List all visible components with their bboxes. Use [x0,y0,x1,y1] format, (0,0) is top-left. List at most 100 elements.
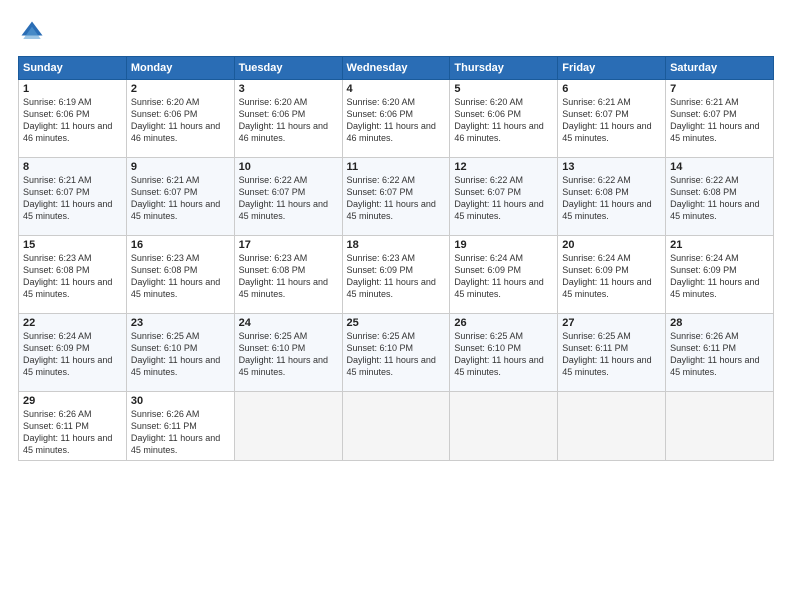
day-number: 8 [23,161,122,173]
calendar-cell: 18 Sunrise: 6:23 AMSunset: 6:09 PMDaylig… [342,236,450,314]
day-number: 28 [670,317,769,329]
calendar-cell [234,392,342,461]
calendar-cell: 3 Sunrise: 6:20 AMSunset: 6:06 PMDayligh… [234,80,342,158]
day-number: 23 [131,317,230,329]
day-number: 30 [131,395,230,407]
day-number: 20 [562,239,661,251]
logo [18,18,50,46]
day-number: 19 [454,239,553,251]
calendar-week-1: 1 Sunrise: 6:19 AMSunset: 6:06 PMDayligh… [19,80,774,158]
calendar-cell: 21 Sunrise: 6:24 AMSunset: 6:09 PMDaylig… [666,236,774,314]
logo-icon [18,18,46,46]
calendar-header-monday: Monday [126,57,234,80]
calendar-cell: 19 Sunrise: 6:24 AMSunset: 6:09 PMDaylig… [450,236,558,314]
day-info: Sunrise: 6:22 AMSunset: 6:08 PMDaylight:… [670,175,759,221]
day-number: 5 [454,83,553,95]
day-number: 3 [239,83,338,95]
day-number: 4 [347,83,446,95]
day-number: 10 [239,161,338,173]
day-info: Sunrise: 6:20 AMSunset: 6:06 PMDaylight:… [347,97,436,143]
calendar-cell: 13 Sunrise: 6:22 AMSunset: 6:08 PMDaylig… [558,158,666,236]
day-info: Sunrise: 6:22 AMSunset: 6:07 PMDaylight:… [239,175,328,221]
day-info: Sunrise: 6:24 AMSunset: 6:09 PMDaylight:… [454,253,543,299]
calendar-cell [342,392,450,461]
calendar-cell: 25 Sunrise: 6:25 AMSunset: 6:10 PMDaylig… [342,314,450,392]
calendar-cell: 27 Sunrise: 6:25 AMSunset: 6:11 PMDaylig… [558,314,666,392]
calendar: SundayMondayTuesdayWednesdayThursdayFrid… [18,56,774,461]
day-info: Sunrise: 6:23 AMSunset: 6:08 PMDaylight:… [131,253,220,299]
day-info: Sunrise: 6:24 AMSunset: 6:09 PMDaylight:… [23,331,112,377]
day-number: 7 [670,83,769,95]
day-info: Sunrise: 6:20 AMSunset: 6:06 PMDaylight:… [239,97,328,143]
day-info: Sunrise: 6:26 AMSunset: 6:11 PMDaylight:… [670,331,759,377]
calendar-cell: 16 Sunrise: 6:23 AMSunset: 6:08 PMDaylig… [126,236,234,314]
calendar-cell: 11 Sunrise: 6:22 AMSunset: 6:07 PMDaylig… [342,158,450,236]
calendar-cell: 5 Sunrise: 6:20 AMSunset: 6:06 PMDayligh… [450,80,558,158]
calendar-cell: 7 Sunrise: 6:21 AMSunset: 6:07 PMDayligh… [666,80,774,158]
day-info: Sunrise: 6:25 AMSunset: 6:10 PMDaylight:… [131,331,220,377]
day-number: 11 [347,161,446,173]
day-info: Sunrise: 6:21 AMSunset: 6:07 PMDaylight:… [670,97,759,143]
calendar-week-5: 29 Sunrise: 6:26 AMSunset: 6:11 PMDaylig… [19,392,774,461]
calendar-cell [450,392,558,461]
calendar-week-3: 15 Sunrise: 6:23 AMSunset: 6:08 PMDaylig… [19,236,774,314]
day-info: Sunrise: 6:26 AMSunset: 6:11 PMDaylight:… [23,409,112,455]
calendar-cell: 17 Sunrise: 6:23 AMSunset: 6:08 PMDaylig… [234,236,342,314]
calendar-header-sunday: Sunday [19,57,127,80]
day-number: 6 [562,83,661,95]
calendar-week-4: 22 Sunrise: 6:24 AMSunset: 6:09 PMDaylig… [19,314,774,392]
calendar-cell: 4 Sunrise: 6:20 AMSunset: 6:06 PMDayligh… [342,80,450,158]
day-number: 2 [131,83,230,95]
day-info: Sunrise: 6:20 AMSunset: 6:06 PMDaylight:… [131,97,220,143]
day-number: 14 [670,161,769,173]
day-info: Sunrise: 6:22 AMSunset: 6:07 PMDaylight:… [347,175,436,221]
day-number: 21 [670,239,769,251]
day-info: Sunrise: 6:20 AMSunset: 6:06 PMDaylight:… [454,97,543,143]
calendar-cell: 22 Sunrise: 6:24 AMSunset: 6:09 PMDaylig… [19,314,127,392]
calendar-cell: 23 Sunrise: 6:25 AMSunset: 6:10 PMDaylig… [126,314,234,392]
day-info: Sunrise: 6:24 AMSunset: 6:09 PMDaylight:… [670,253,759,299]
calendar-cell: 28 Sunrise: 6:26 AMSunset: 6:11 PMDaylig… [666,314,774,392]
calendar-cell: 6 Sunrise: 6:21 AMSunset: 6:07 PMDayligh… [558,80,666,158]
calendar-cell: 26 Sunrise: 6:25 AMSunset: 6:10 PMDaylig… [450,314,558,392]
day-number: 9 [131,161,230,173]
day-info: Sunrise: 6:22 AMSunset: 6:07 PMDaylight:… [454,175,543,221]
calendar-cell [666,392,774,461]
calendar-cell: 20 Sunrise: 6:24 AMSunset: 6:09 PMDaylig… [558,236,666,314]
day-info: Sunrise: 6:25 AMSunset: 6:11 PMDaylight:… [562,331,651,377]
calendar-cell: 1 Sunrise: 6:19 AMSunset: 6:06 PMDayligh… [19,80,127,158]
day-number: 17 [239,239,338,251]
header [18,18,774,46]
calendar-header-row: SundayMondayTuesdayWednesdayThursdayFrid… [19,57,774,80]
day-info: Sunrise: 6:21 AMSunset: 6:07 PMDaylight:… [131,175,220,221]
calendar-cell: 30 Sunrise: 6:26 AMSunset: 6:11 PMDaylig… [126,392,234,461]
day-number: 13 [562,161,661,173]
calendar-header-thursday: Thursday [450,57,558,80]
calendar-cell [558,392,666,461]
day-number: 25 [347,317,446,329]
calendar-cell: 9 Sunrise: 6:21 AMSunset: 6:07 PMDayligh… [126,158,234,236]
day-number: 12 [454,161,553,173]
day-info: Sunrise: 6:25 AMSunset: 6:10 PMDaylight:… [454,331,543,377]
calendar-header-wednesday: Wednesday [342,57,450,80]
calendar-cell: 15 Sunrise: 6:23 AMSunset: 6:08 PMDaylig… [19,236,127,314]
day-info: Sunrise: 6:19 AMSunset: 6:06 PMDaylight:… [23,97,112,143]
day-info: Sunrise: 6:22 AMSunset: 6:08 PMDaylight:… [562,175,651,221]
day-info: Sunrise: 6:25 AMSunset: 6:10 PMDaylight:… [239,331,328,377]
day-number: 16 [131,239,230,251]
day-info: Sunrise: 6:26 AMSunset: 6:11 PMDaylight:… [131,409,220,455]
day-number: 18 [347,239,446,251]
day-info: Sunrise: 6:24 AMSunset: 6:09 PMDaylight:… [562,253,651,299]
page: SundayMondayTuesdayWednesdayThursdayFrid… [0,0,792,612]
calendar-cell: 8 Sunrise: 6:21 AMSunset: 6:07 PMDayligh… [19,158,127,236]
day-info: Sunrise: 6:21 AMSunset: 6:07 PMDaylight:… [23,175,112,221]
calendar-cell: 14 Sunrise: 6:22 AMSunset: 6:08 PMDaylig… [666,158,774,236]
calendar-header-saturday: Saturday [666,57,774,80]
calendar-cell: 2 Sunrise: 6:20 AMSunset: 6:06 PMDayligh… [126,80,234,158]
calendar-header-friday: Friday [558,57,666,80]
day-number: 22 [23,317,122,329]
day-number: 26 [454,317,553,329]
day-number: 1 [23,83,122,95]
calendar-cell: 29 Sunrise: 6:26 AMSunset: 6:11 PMDaylig… [19,392,127,461]
day-number: 24 [239,317,338,329]
